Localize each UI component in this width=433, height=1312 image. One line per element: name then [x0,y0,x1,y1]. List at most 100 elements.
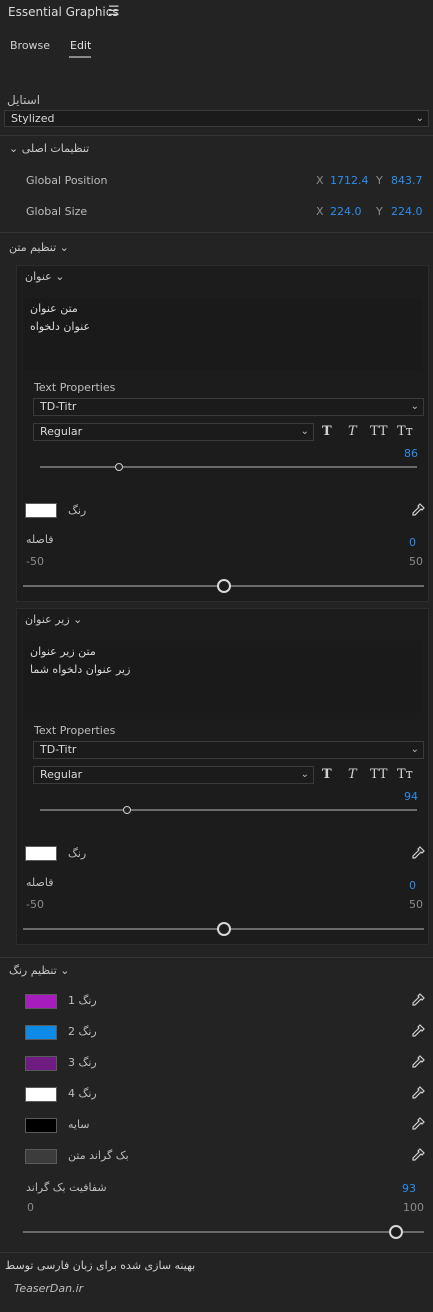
color-swatch[interactable] [25,1118,57,1133]
text-properties-label: Text Properties [34,724,116,737]
chevron-down-icon: ⌄ [410,744,419,755]
chevron-down-icon: ⌄ [300,426,309,437]
font-size-slider-track[interactable] [40,806,417,814]
color-label: رنگ 1 [68,994,97,1007]
style-label: استایل [7,93,41,107]
font-size-slider-thumb[interactable] [122,806,131,814]
font-family-value: TD-Titr [40,400,77,413]
color-swatch[interactable] [25,1149,57,1164]
eyedropper-icon[interactable] [411,1055,425,1072]
small-caps-icon[interactable]: Tт [397,424,413,439]
divider [0,135,433,136]
color-swatch[interactable] [25,1056,57,1071]
text-properties-label: Text Properties [34,381,116,394]
panel-title: Essential Graphics [8,5,119,19]
subtitle-color-swatch[interactable] [25,846,57,861]
italic-icon[interactable]: T [348,767,357,782]
eyedropper-icon[interactable] [411,846,425,863]
font-size-slider-track[interactable] [40,463,417,471]
chevron-down-icon: ⌄ [55,270,65,283]
eyedropper-icon[interactable] [411,1086,425,1103]
subtitle-text-line2: زیر عنوان دلخواه شما [30,663,131,676]
tab-browse[interactable]: Browse [10,39,50,52]
color-label: سایه [68,1118,90,1131]
italic-icon[interactable]: T [348,424,357,439]
bg-opacity-slider-thumb[interactable] [388,1225,403,1239]
title-spacing-label: فاصله [26,533,54,546]
subtitle-color-label: رنگ [68,847,87,860]
color-label: رنگ 4 [68,1087,97,1100]
eyedropper-icon[interactable] [411,993,425,1010]
chevron-down-icon: ⌄ [9,142,19,155]
subtitle-text-input[interactable]: متن زیر عنوان زیر عنوان دلخواه شما [24,641,422,713]
style-dropdown[interactable]: Stylized ⌄ [4,110,429,127]
subtitle-block-header[interactable]: زیر عنوان ⌄ [25,613,82,626]
color-swatch[interactable] [25,1025,57,1040]
font-weight-value: Regular [40,768,83,781]
subtitle-spacing-max: 50 [409,898,423,911]
subtitle-spacing-min: -50 [26,898,44,911]
color-swatch[interactable] [25,1087,57,1102]
bold-icon[interactable]: T [322,767,332,782]
chevron-down-icon: ⌄ [60,964,70,977]
bg-opacity-value[interactable]: 93 [402,1182,416,1195]
bg-opacity-min: 0 [27,1201,34,1214]
title-block-header[interactable]: عنوان ⌄ [25,270,64,283]
subtitle-spacing-slider-track[interactable] [23,922,424,936]
position-y-value[interactable]: 843.7 [391,174,423,187]
main-settings-header[interactable]: ⌄ تنظیمات اصلی [9,142,89,155]
color-swatch[interactable] [25,994,57,1009]
bg-opacity-slider-track[interactable] [23,1225,424,1239]
font-family-dropdown[interactable]: TD-Titr ⌄ [33,741,424,759]
all-caps-icon[interactable]: TT [370,424,388,439]
color-label: بک گراند متن [68,1149,129,1162]
bold-icon[interactable]: T [322,424,332,439]
title-text-line1: متن عنوان [30,302,78,315]
all-caps-icon[interactable]: TT [370,767,388,782]
tab-edit[interactable]: Edit [70,39,91,52]
position-x-value[interactable]: 1712.4 [330,174,369,187]
text-settings-header[interactable]: تنظیم متن ⌄ [9,241,69,254]
title-text-line2: عنوان دلخواه [30,320,91,333]
small-caps-icon[interactable]: Tт [397,767,413,782]
position-y-label: Y [376,174,383,187]
chevron-down-icon: ⌄ [415,113,424,124]
footer-credit: بهینه سازی شده برای زبان فارسی توسط [5,1259,196,1272]
font-weight-value: Regular [40,425,83,438]
title-text-input[interactable]: متن عنوان عنوان دلخواه [24,298,422,370]
title-spacing-max: 50 [409,555,423,568]
eyedropper-icon[interactable] [411,1117,425,1134]
divider [0,957,433,958]
style-value: Stylized [11,112,55,125]
hamburger-menu-icon[interactable]: ☰ [108,4,120,19]
color-label: رنگ 3 [68,1056,97,1069]
subtitle-text-line1: متن زیر عنوان [30,645,96,658]
subtitle-spacing-slider-thumb[interactable] [216,922,231,936]
font-weight-dropdown[interactable]: Regular ⌄ [33,423,314,441]
font-size-value[interactable]: 86 [404,447,418,460]
chevron-down-icon: ⌄ [300,769,309,780]
divider [0,1252,433,1253]
subtitle-spacing-value[interactable]: 0 [409,879,416,892]
eyedropper-icon[interactable] [411,1024,425,1041]
title-spacing-slider-track[interactable] [23,579,424,593]
eyedropper-icon[interactable] [411,503,425,520]
title-spacing-value[interactable]: 0 [409,536,416,549]
eyedropper-icon[interactable] [411,1148,425,1165]
global-size-label: Global Size [26,205,88,218]
font-family-value: TD-Titr [40,743,77,756]
title-spacing-slider-thumb[interactable] [216,579,231,593]
global-position-label: Global Position [26,174,108,187]
font-family-dropdown[interactable]: TD-Titr ⌄ [33,398,424,416]
color-settings-header[interactable]: تنظیم رنگ ⌄ [9,964,69,977]
font-weight-dropdown[interactable]: Regular ⌄ [33,766,314,784]
size-y-value[interactable]: 224.0 [391,205,423,218]
active-tab-indicator [69,56,91,58]
size-x-label: X [316,205,324,218]
title-color-swatch[interactable] [25,503,57,518]
size-x-value[interactable]: 224.0 [330,205,362,218]
title-spacing-min: -50 [26,555,44,568]
footer-brand[interactable]: TeaserDan.ir [14,1282,83,1295]
divider [0,232,433,233]
font-size-value[interactable]: 94 [404,790,418,803]
